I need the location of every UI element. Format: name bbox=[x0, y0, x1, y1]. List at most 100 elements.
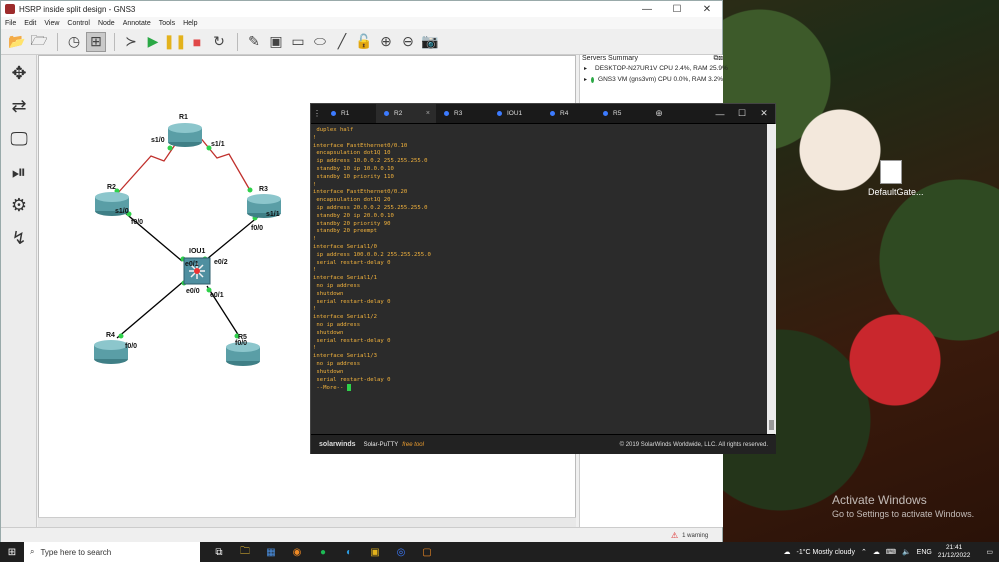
browse-all-devices-icon[interactable]: ⚙ bbox=[6, 192, 32, 218]
browse-security-devices-icon[interactable]: ⏯ bbox=[6, 159, 32, 185]
tab-iou1[interactable]: IOU1 bbox=[489, 104, 542, 123]
sticky-app-icon[interactable]: ▣ bbox=[362, 542, 388, 562]
menu-annotate[interactable]: Annotate bbox=[123, 20, 151, 27]
start-all-icon[interactable]: ▶ bbox=[143, 32, 163, 52]
edge-icon[interactable]: ◐ bbox=[336, 542, 362, 562]
terminal-line: interface Serial1/3 bbox=[313, 353, 377, 360]
draw-rectangle-icon[interactable]: ▭ bbox=[288, 32, 308, 52]
browse-switches-icon[interactable]: ⇄ bbox=[6, 93, 32, 119]
server-status-icon bbox=[591, 76, 595, 83]
maximize-button[interactable]: ☐ bbox=[662, 4, 692, 15]
menu-file[interactable]: File bbox=[5, 20, 16, 27]
clock[interactable]: 21:41 21/12/2022 bbox=[938, 544, 971, 560]
minimize-button[interactable]: — bbox=[632, 4, 662, 15]
volume-icon[interactable]: 🔈 bbox=[902, 548, 911, 556]
putty-maximize-button[interactable]: ☐ bbox=[731, 108, 753, 119]
menu-view[interactable]: View bbox=[44, 20, 59, 27]
open-folder-icon[interactable]: 🗁 bbox=[29, 32, 49, 52]
screenshot-camera-icon[interactable]: 📷 bbox=[420, 32, 440, 52]
tab-r1[interactable]: R1 bbox=[323, 104, 376, 123]
console-all-icon[interactable]: ≻ bbox=[121, 32, 141, 52]
terminal-line: shutdown bbox=[313, 329, 344, 336]
terminal-line: interface Serial1/2 bbox=[313, 314, 377, 321]
browse-end-devices-icon[interactable]: 🖵 bbox=[6, 126, 32, 152]
router-r1-icon bbox=[168, 123, 202, 147]
putty-close-button[interactable]: ✕ bbox=[753, 108, 775, 119]
language-indicator[interactable]: ENG bbox=[917, 549, 932, 556]
expand-arrow-icon[interactable]: ▸ bbox=[584, 65, 587, 72]
close-button[interactable]: ✕ bbox=[692, 4, 722, 15]
node-label-r3: R3 bbox=[259, 186, 268, 193]
close-tab-icon[interactable]: × bbox=[426, 110, 430, 117]
new-session-icon[interactable]: ⊕ bbox=[648, 108, 670, 119]
terminal-line: ! bbox=[313, 267, 317, 274]
add-note-icon[interactable]: ✎ bbox=[244, 32, 264, 52]
draw-line-icon[interactable]: ╱ bbox=[332, 32, 352, 52]
expand-arrow-icon[interactable]: ▸ bbox=[584, 76, 587, 83]
draw-ellipse-icon[interactable]: ⬭ bbox=[310, 32, 330, 52]
snapshot-clock-icon[interactable]: ◷ bbox=[64, 32, 84, 52]
terminal-scrollbar[interactable] bbox=[767, 124, 776, 434]
weather-text[interactable]: -1°C Mostly cloudy bbox=[797, 549, 855, 556]
network-icon[interactable]: ⌨ bbox=[886, 548, 896, 556]
terminal-output[interactable]: duplex half! interface FastEthernet0/0.10… bbox=[311, 124, 767, 434]
stop-all-icon[interactable]: ■ bbox=[187, 32, 207, 52]
panel-float-close-icon[interactable]: ⧉⊠ bbox=[714, 55, 723, 63]
scrollbar-thumb[interactable] bbox=[769, 420, 774, 430]
reload-all-icon[interactable]: ↻ bbox=[209, 32, 229, 52]
tab-r3[interactable]: R3 bbox=[436, 104, 489, 123]
tab-r2[interactable]: R2 × bbox=[376, 104, 436, 123]
server-row[interactable]: ▸ GNS3 VM (gns3vm) CPU 0.0%, RAM 3.2% bbox=[580, 74, 723, 85]
open-project-icon[interactable]: 📂 bbox=[7, 32, 27, 52]
cloud-icon[interactable]: ☁ bbox=[873, 548, 880, 556]
zoom-in-icon[interactable]: ⊕ bbox=[376, 32, 396, 52]
lock-items-icon[interactable]: 🔓 bbox=[354, 32, 374, 52]
menu-control[interactable]: Control bbox=[67, 20, 90, 27]
tab-label: R2 bbox=[394, 110, 403, 117]
browse-routers-icon[interactable]: ✥ bbox=[6, 60, 32, 86]
tray-overflow-icon[interactable]: ⌃ bbox=[861, 548, 867, 556]
terminal-line: interface FastEthernet0/0.20 bbox=[313, 189, 408, 196]
show-interface-labels-icon[interactable]: ⊞ bbox=[86, 31, 106, 52]
warning-indicator[interactable]: ⚠ 1 warning bbox=[671, 531, 708, 540]
desktop-file-icon[interactable]: DefaultGate... bbox=[868, 160, 924, 197]
notifications-icon[interactable]: ▭ bbox=[986, 548, 993, 556]
canvas-horizontal-scrollbar[interactable] bbox=[38, 517, 576, 527]
solar-putty-taskbar-icon[interactable]: ▢ bbox=[414, 542, 440, 562]
clock-date: 21/12/2022 bbox=[937, 552, 971, 559]
port-label: e0/2 bbox=[214, 259, 228, 266]
suspend-all-icon[interactable]: ❚❚ bbox=[163, 32, 186, 52]
tab-r5[interactable]: R5 bbox=[595, 104, 648, 123]
task-view-icon[interactable]: ⧉ bbox=[206, 542, 232, 562]
menu-help[interactable]: Help bbox=[183, 20, 197, 27]
store-icon[interactable]: ▦ bbox=[258, 542, 284, 562]
terminal-line: ! bbox=[313, 181, 317, 188]
window-titlebar[interactable]: HSRP inside split design - GNS3 — ☐ ✕ bbox=[1, 1, 722, 17]
blender-icon[interactable]: ◉ bbox=[284, 542, 310, 562]
tab-r4[interactable]: R4 bbox=[542, 104, 595, 123]
putty-footer: solarwinds Solar-PuTTY free tool © 2019 … bbox=[311, 435, 776, 454]
start-windows-icon[interactable]: ⊞ bbox=[0, 547, 24, 558]
port-label: f0/0 bbox=[235, 340, 247, 347]
menu-node[interactable]: Node bbox=[98, 20, 115, 27]
server-row[interactable]: ▸ DESKTOP-N27UR1V CPU 2.4%, RAM 25.9% bbox=[580, 63, 728, 74]
insert-picture-icon[interactable]: ▣ bbox=[266, 32, 286, 52]
taskbar-search[interactable]: ⌕ Type here to search bbox=[24, 542, 200, 562]
menu-tools[interactable]: Tools bbox=[159, 20, 175, 27]
putty-minimize-button[interactable]: — bbox=[709, 109, 731, 119]
chrome-icon[interactable]: ◎ bbox=[388, 542, 414, 562]
terminal-line: interface FastEthernet0/0.10 bbox=[313, 142, 408, 149]
toolbar-separator bbox=[114, 32, 115, 51]
spotify-icon[interactable]: ● bbox=[310, 542, 336, 562]
search-input[interactable]: Type here to search bbox=[40, 548, 111, 557]
add-link-icon[interactable]: ↯ bbox=[6, 225, 32, 251]
tab-menu-icon[interactable]: ⋮ bbox=[311, 109, 323, 118]
putty-tab-bar: ⋮ R1 R2 × R3 IOU1 R4 R5 ⊕ — ☐ ✕ bbox=[311, 104, 775, 123]
terminal-line: encapsulation dot1Q 10 bbox=[313, 150, 391, 157]
weather-icon[interactable]: ☁ bbox=[784, 548, 791, 556]
zoom-out-icon[interactable]: ⊖ bbox=[398, 32, 418, 52]
tab-label: R4 bbox=[560, 110, 569, 117]
menu-edit[interactable]: Edit bbox=[24, 20, 36, 27]
file-explorer-icon[interactable]: 🗀 bbox=[232, 542, 258, 562]
terminal-line: no ip address bbox=[313, 360, 361, 367]
